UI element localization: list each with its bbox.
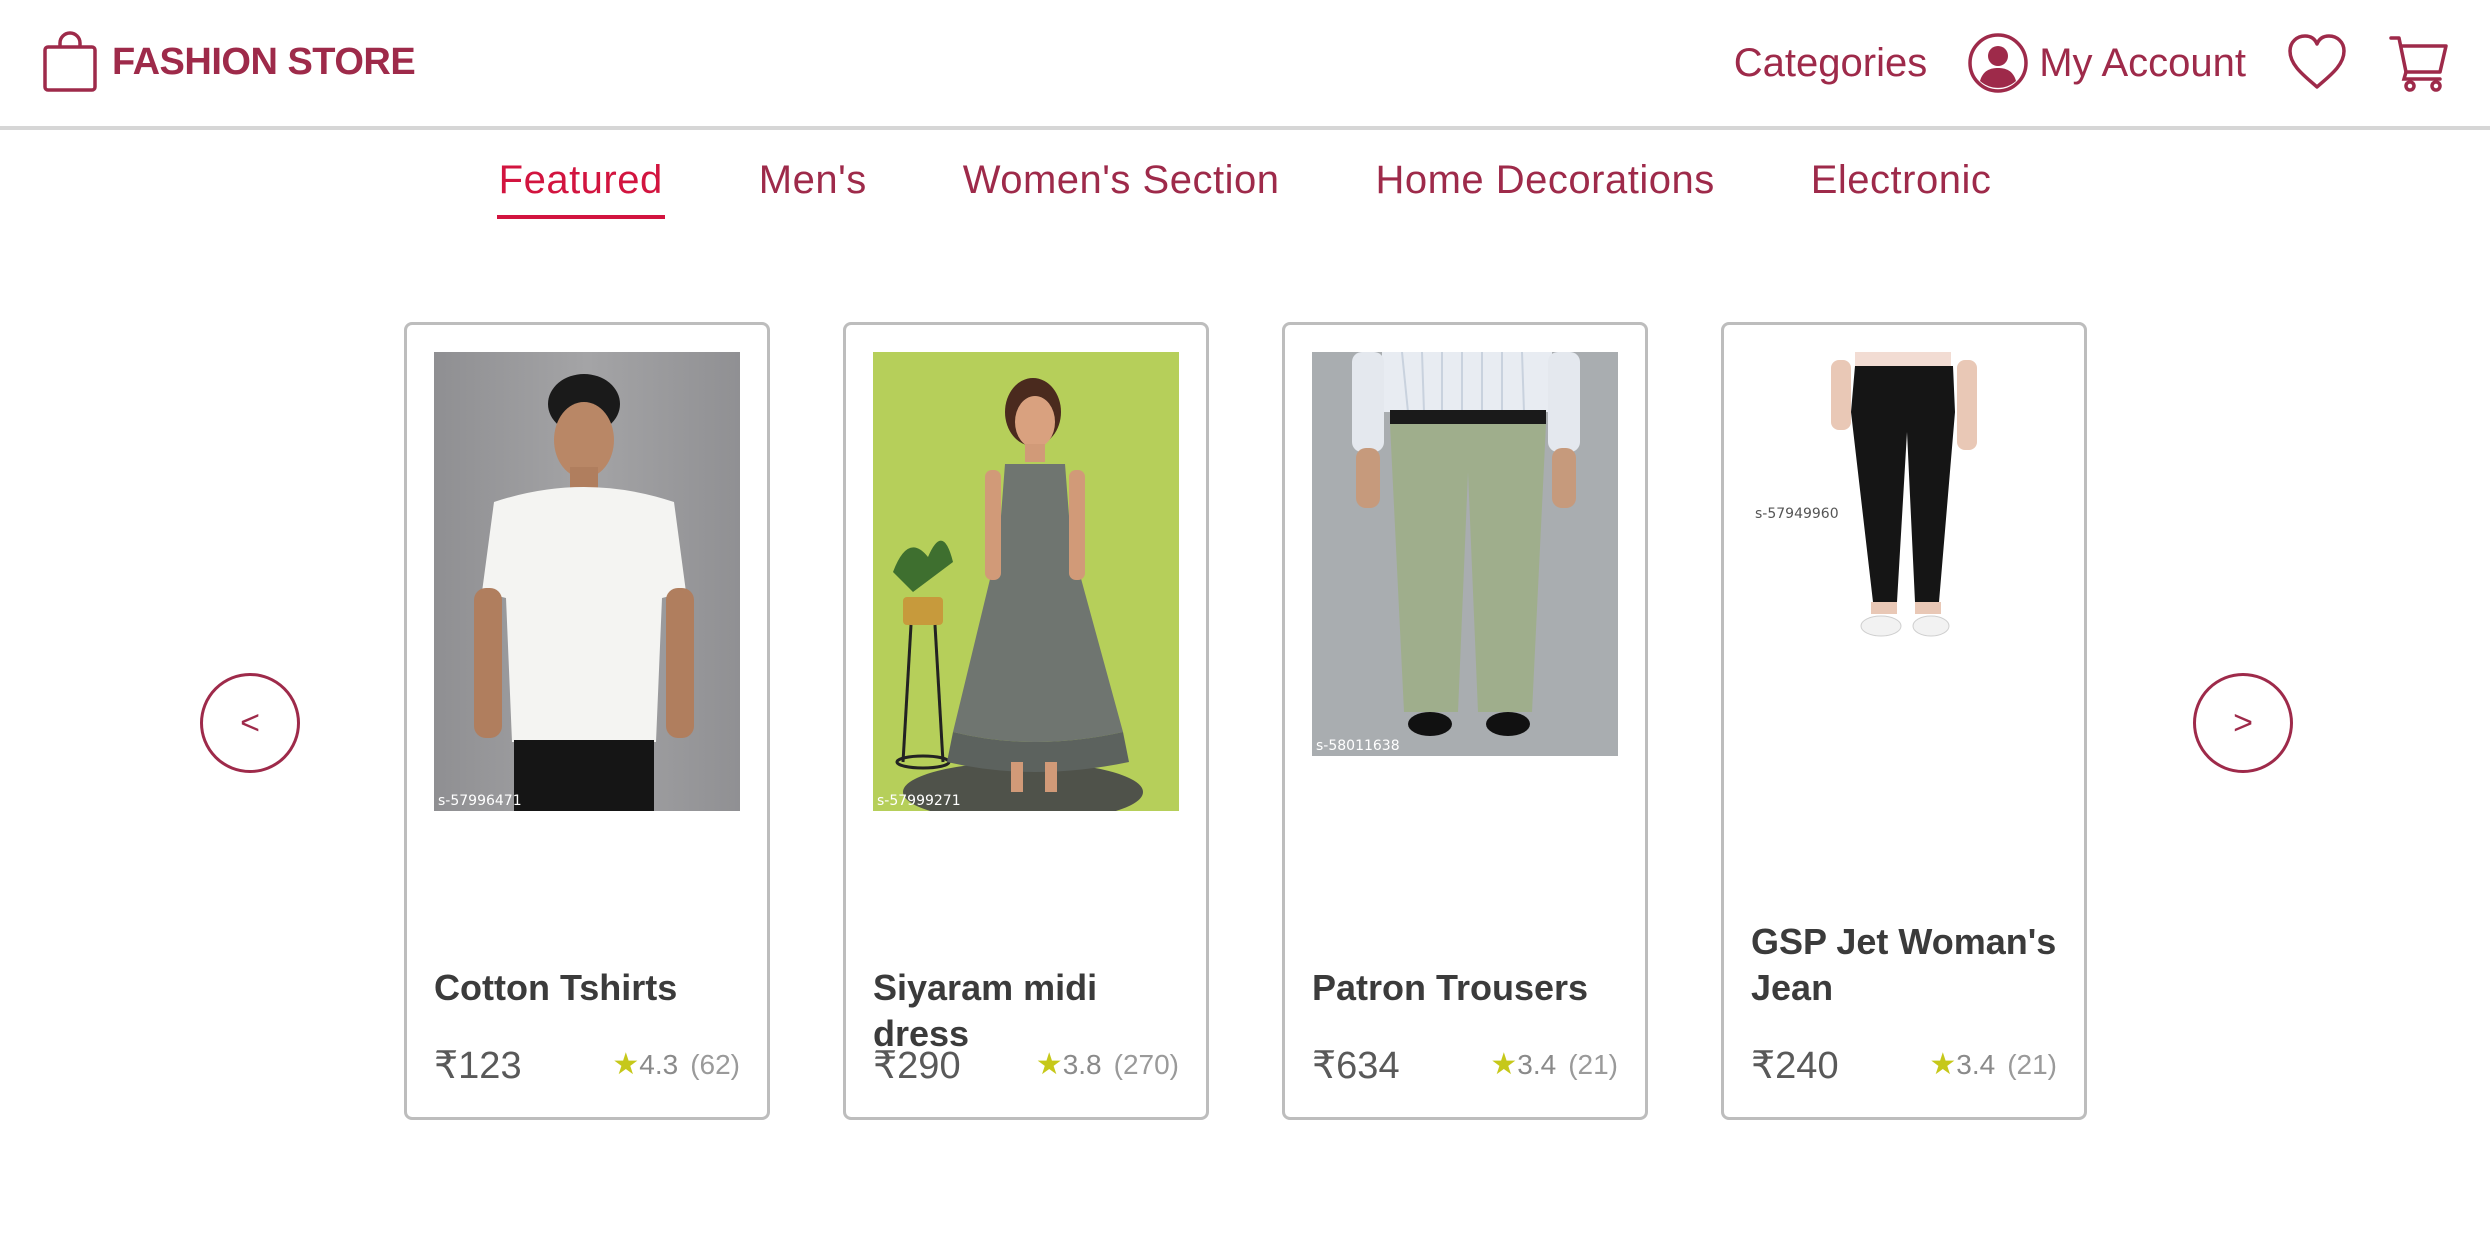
cart-button[interactable]: [2388, 32, 2450, 94]
product-rating: ★3.4 (21): [1490, 1047, 1618, 1082]
review-count: (21): [1568, 1049, 1618, 1080]
product-title[interactable]: GSP Jet Woman's Jean: [1751, 919, 2071, 1011]
product-title[interactable]: Cotton Tshirts: [434, 965, 754, 1011]
rating-score: 4.3: [639, 1049, 679, 1080]
product-price: ₹634: [1312, 1045, 1400, 1087]
product-sku: s-57999271: [877, 793, 961, 809]
product-title[interactable]: Patron Trousers: [1312, 965, 1632, 1011]
user-circle-icon: [1968, 33, 2028, 93]
rating-score: 3.4: [1517, 1049, 1557, 1080]
product-card[interactable]: s-57999271 Siyaram midi dress ₹290 ★3.8(…: [843, 322, 1209, 1120]
star-icon: ★: [1490, 1048, 1518, 1081]
product-rating: ★4.3 (62): [612, 1047, 740, 1082]
shopping-bag-icon: [43, 31, 97, 92]
tab-womens-section[interactable]: Women's Section: [961, 150, 1282, 219]
product-sku: s-58011638: [1316, 738, 1400, 754]
cart-icon: [2389, 36, 2448, 92]
product-card[interactable]: s-57949960 GSP Jet Woman's Jean ₹240 ★3.…: [1721, 322, 2087, 1120]
tab-featured[interactable]: Featured: [496, 150, 665, 219]
category-tabs: Featured Men's Women's Section Home Deco…: [0, 150, 2490, 219]
top-header: FASHION STORE Categories My Account: [0, 0, 2490, 130]
product-rating: ★3.4 (21): [1929, 1047, 2057, 1082]
categories-link[interactable]: Categories: [1734, 41, 1927, 86]
carousel-prev-button[interactable]: <: [200, 673, 300, 773]
review-count: (62): [690, 1049, 740, 1080]
tab-mens[interactable]: Men's: [757, 150, 869, 219]
product-image: s-57949960: [1751, 352, 2057, 662]
review-count: (21): [2007, 1049, 2057, 1080]
rating-score: 3.4: [1956, 1049, 1996, 1080]
carousel-next-button[interactable]: >: [2193, 673, 2293, 773]
review-count: (270): [1113, 1049, 1179, 1080]
tab-home-decorations[interactable]: Home Decorations: [1373, 150, 1716, 219]
product-price: ₹240: [1751, 1045, 1839, 1087]
product-card[interactable]: s-58011638 Patron Trousers ₹634 ★3.4 (21): [1282, 322, 1648, 1120]
product-image: s-57996471: [434, 352, 740, 811]
my-account-label: My Account: [2039, 40, 2246, 85]
rating-score: 3.8: [1062, 1049, 1102, 1080]
product-image: s-58011638: [1312, 352, 1618, 756]
star-icon: ★: [1035, 1048, 1063, 1081]
star-icon: ★: [1929, 1048, 1957, 1081]
store-name: FASHION STORE: [112, 40, 416, 83]
star-icon: ★: [612, 1048, 640, 1081]
product-sku: s-57949960: [1755, 506, 1839, 522]
product-rating: ★3.8 (270): [1036, 1047, 1179, 1082]
my-account-link[interactable]: My Account: [1967, 32, 2246, 94]
heart-icon: [2288, 34, 2346, 89]
product-price: ₹123: [434, 1045, 522, 1087]
product-image: s-57999271: [873, 352, 1179, 811]
header-nav: Categories My Account: [1734, 28, 2450, 98]
store-logo[interactable]: FASHION STORE: [42, 30, 416, 94]
wishlist-button[interactable]: [2286, 32, 2348, 94]
product-card[interactable]: s-57996471 Cotton Tshirts ₹123 ★4.3 (62): [404, 322, 770, 1120]
tab-electronic[interactable]: Electronic: [1809, 150, 1994, 219]
product-sku: s-57996471: [438, 793, 522, 809]
product-price: ₹290: [873, 1045, 961, 1087]
